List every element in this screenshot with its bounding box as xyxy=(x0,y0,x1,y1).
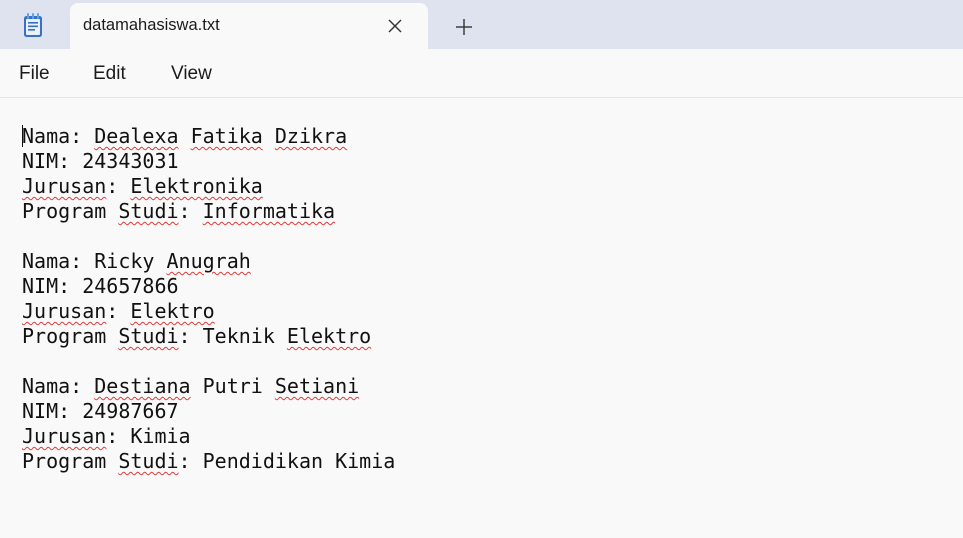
text-line xyxy=(22,224,395,249)
misspelled-word: Informatika xyxy=(202,199,336,223)
menu-edit[interactable]: Edit xyxy=(93,63,126,85)
misspelled-word: Jurusan xyxy=(22,424,107,448)
text-line: Nama: Destiana Putri Setiani xyxy=(22,374,395,399)
text-line: Jurusan: Elektronika xyxy=(22,174,395,199)
misspelled-word: Fatika xyxy=(190,124,263,148)
menu-view[interactable]: View xyxy=(171,63,212,85)
misspelled-word: Jurusan xyxy=(22,299,107,323)
text-segment: : Pendidikan Kimia xyxy=(178,449,396,473)
text-segment: Program xyxy=(22,199,119,223)
text-caret xyxy=(22,125,23,147)
misspelled-word: Setiani xyxy=(274,374,360,398)
misspelled-word: Anugrah xyxy=(166,249,251,273)
misspelled-word: Elektro xyxy=(130,299,215,323)
text-line: NIM: 24987667 xyxy=(22,399,395,424)
text-segment: NIM: 24657866 xyxy=(22,274,179,298)
text-line xyxy=(22,349,395,374)
misspelled-word: Dzikra xyxy=(274,124,348,148)
tab-datamahasiswa[interactable]: datamahasiswa.txt xyxy=(70,3,428,49)
misspelled-word: Studi xyxy=(118,199,179,223)
text-segment: : xyxy=(178,199,203,223)
text-line: Jurusan: Elektro xyxy=(22,299,395,324)
plus-icon[interactable] xyxy=(451,14,477,40)
notepad-icon xyxy=(22,12,44,38)
text-segment: Program xyxy=(22,449,119,473)
text-segment: NIM: 24987667 xyxy=(22,399,179,423)
text-line: NIM: 24343031 xyxy=(22,149,395,174)
text-segment: Nama: xyxy=(22,374,95,398)
text-segment: Program xyxy=(22,324,119,348)
text-line: Jurusan: Kimia xyxy=(22,424,395,449)
text-line: Nama: Dealexa Fatika Dzikra xyxy=(22,124,395,149)
text-segment xyxy=(263,124,275,148)
text-line: Nama: Ricky Anugrah xyxy=(22,249,395,274)
text-segment: : xyxy=(106,299,131,323)
misspelled-word: Elektronika xyxy=(130,174,263,198)
text-segment: Putri xyxy=(190,374,275,398)
text-segment: Nama: Ricky xyxy=(22,249,167,273)
text-line: NIM: 24657866 xyxy=(22,274,395,299)
text-segment: Nama: xyxy=(22,124,95,148)
document-text[interactable]: Nama: Dealexa Fatika Dzikra NIM: 24343031… xyxy=(22,124,395,474)
text-segment: : xyxy=(106,174,131,198)
text-segment: NIM: 24343031 xyxy=(22,149,179,173)
misspelled-word: Studi xyxy=(118,324,179,348)
text-line: Program Studi: Teknik Elektro xyxy=(22,324,395,349)
text-line: Program Studi: Pendidikan Kimia xyxy=(22,449,395,474)
tab-title: datamahasiswa.txt xyxy=(83,16,220,34)
misspelled-word: Destiana xyxy=(94,374,191,398)
text-segment: : Kimia xyxy=(106,424,191,448)
title-bar: datamahasiswa.txt xyxy=(0,0,963,49)
menu-bar: File Edit View xyxy=(0,49,963,98)
text-segment xyxy=(179,124,191,148)
misspelled-word: Elektro xyxy=(286,324,372,348)
text-line: Program Studi: Informatika xyxy=(22,199,395,224)
close-icon[interactable] xyxy=(383,14,407,38)
misspelled-word: Jurusan xyxy=(22,174,107,198)
text-segment: : Teknik xyxy=(178,324,287,348)
menu-file[interactable]: File xyxy=(19,63,50,85)
misspelled-word: Studi xyxy=(118,449,179,473)
misspelled-word: Dealexa xyxy=(94,124,179,148)
text-editor[interactable]: Nama: Dealexa Fatika Dzikra NIM: 24343031… xyxy=(0,99,963,538)
